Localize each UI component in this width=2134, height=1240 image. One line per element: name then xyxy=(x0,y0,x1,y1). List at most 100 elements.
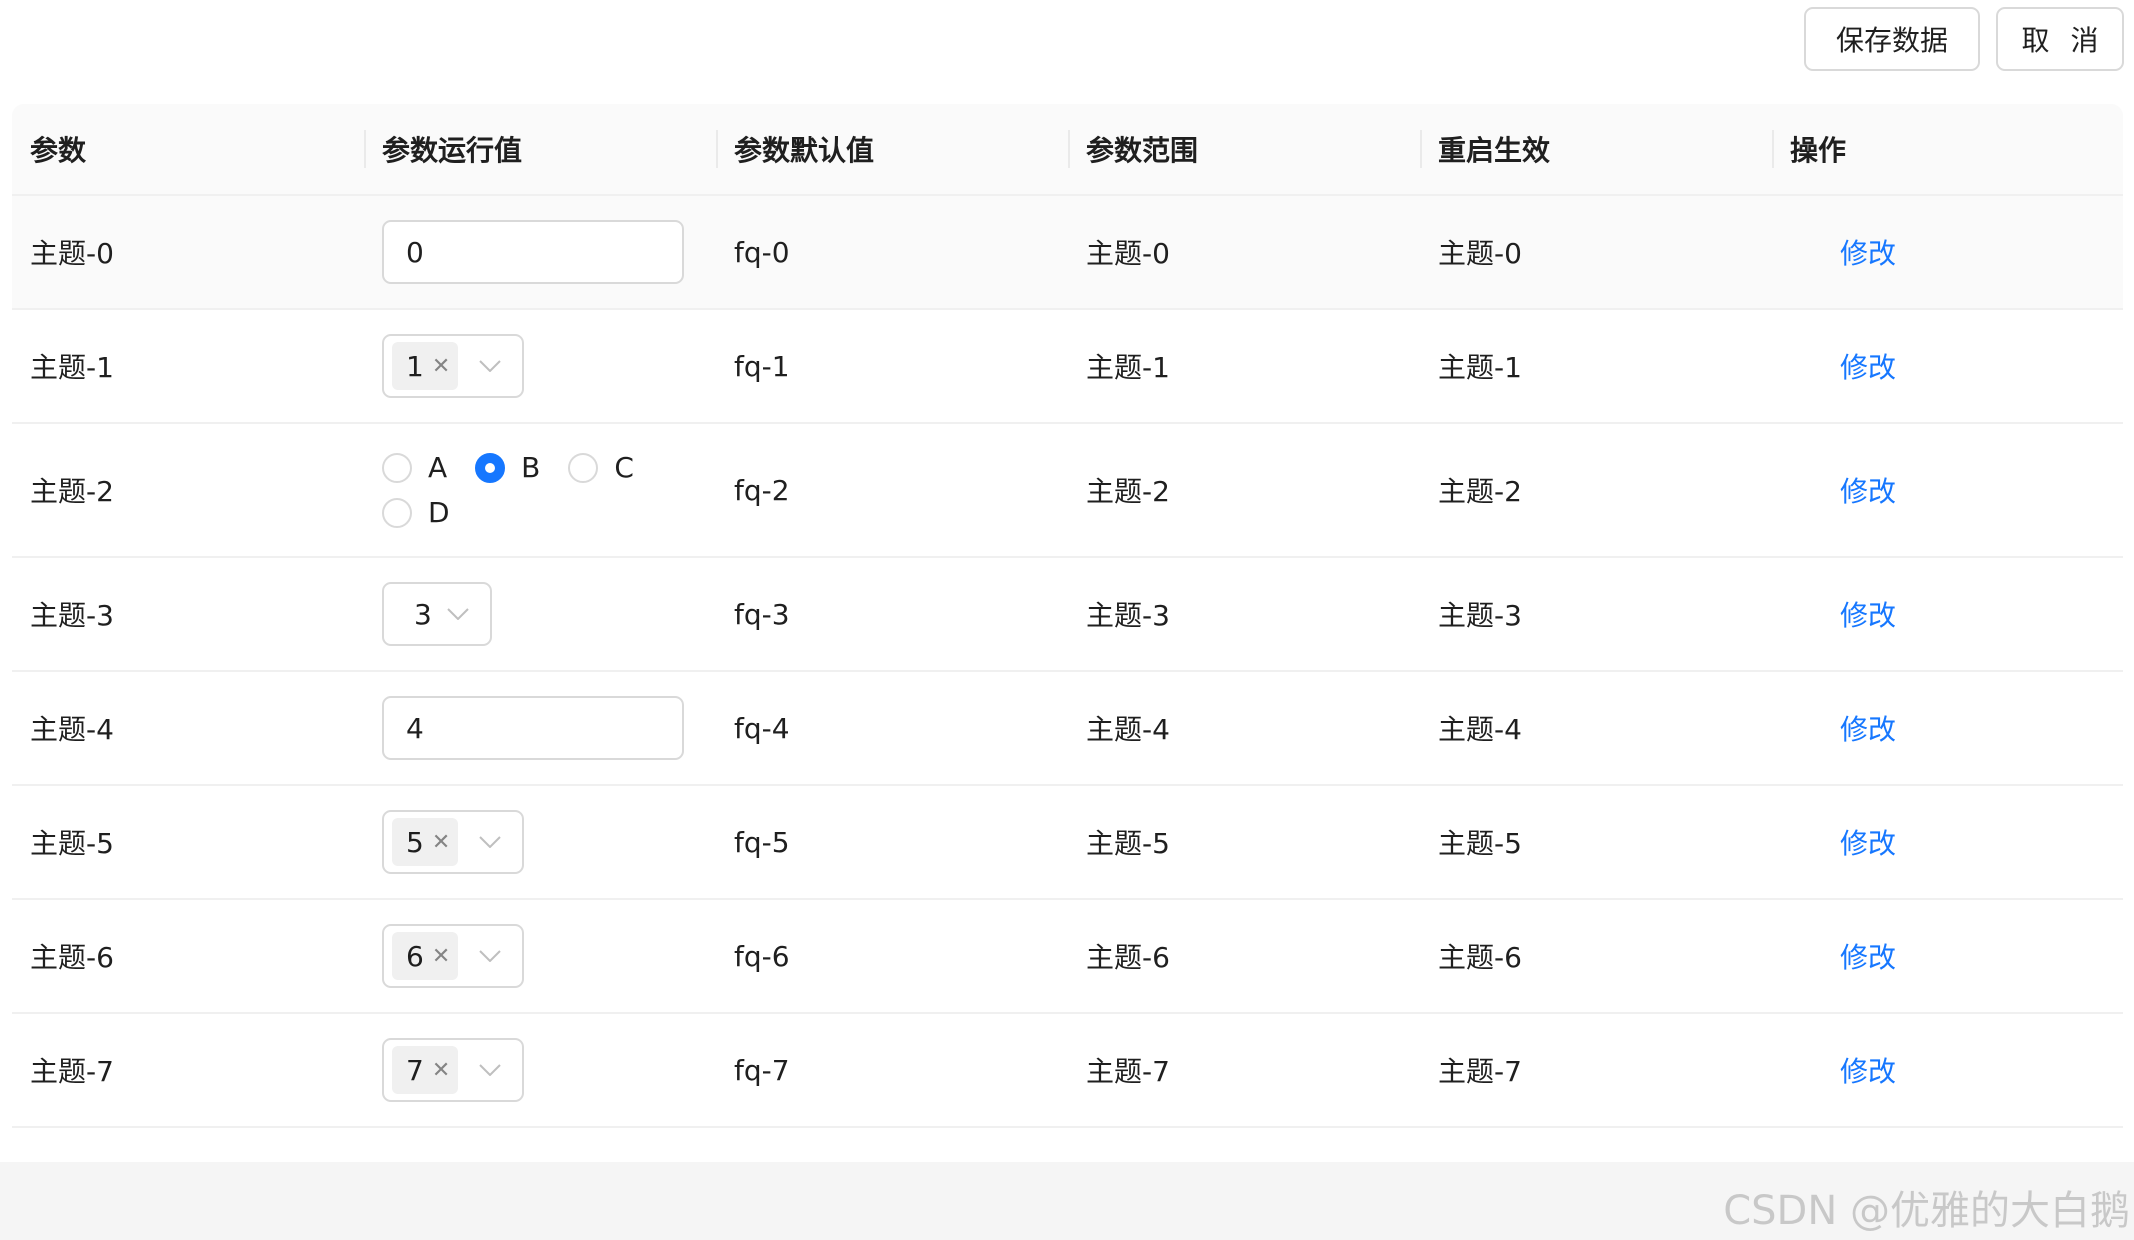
chevron-down-icon xyxy=(470,360,510,372)
edit-link[interactable]: 修改 xyxy=(1790,346,1896,386)
radio-circle[interactable] xyxy=(382,452,412,483)
table-row: 主题-5 5 ✕ fq-5 主题-5 主题-5 修改 xyxy=(12,786,2123,900)
table-row: 主题-6 6 ✕ fq-6 主题-6 主题-6 修改 xyxy=(12,900,2123,1014)
radio-option-c[interactable]: C xyxy=(568,451,634,484)
params-table: 参数 参数运行值 参数默认值 参数范围 重启生效 操作 主题-0 0 fq-0 … xyxy=(12,104,2123,1128)
default-value: fq-7 xyxy=(734,1053,790,1087)
param-name: 主题-6 xyxy=(30,941,114,974)
default-value: fq-6 xyxy=(734,939,790,973)
run-value-cell: 5 ✕ xyxy=(364,810,716,874)
run-value-cell: A B C D xyxy=(364,451,716,529)
run-value-input[interactable]: 4 xyxy=(382,696,684,760)
param-range: 主题-2 xyxy=(1086,475,1170,508)
save-data-button[interactable]: 保存数据 xyxy=(1804,7,1980,71)
param-name: 主题-3 xyxy=(30,599,114,632)
radio-group: A B C D xyxy=(382,451,682,529)
edit-link[interactable]: 修改 xyxy=(1790,822,1896,862)
default-value: fq-0 xyxy=(734,235,790,269)
header-range: 参数范围 xyxy=(1068,104,1420,194)
header-restart: 重启生效 xyxy=(1420,104,1772,194)
table-header: 参数 参数运行值 参数默认值 参数范围 重启生效 操作 xyxy=(12,104,2123,196)
header-run-value: 参数运行值 xyxy=(364,104,716,194)
selected-tag: 1 ✕ xyxy=(392,342,459,390)
restart-effect: 主题-5 xyxy=(1438,827,1522,860)
restart-effect: 主题-7 xyxy=(1438,1055,1522,1088)
run-value-cell: 4 xyxy=(364,696,716,760)
param-range: 主题-3 xyxy=(1086,599,1170,632)
multi-select[interactable]: 7 ✕ xyxy=(382,1038,525,1102)
edit-link[interactable]: 修改 xyxy=(1790,594,1896,634)
param-range: 主题-6 xyxy=(1086,941,1170,974)
radio-circle[interactable] xyxy=(568,452,599,483)
run-value-cell: 0 xyxy=(364,220,716,284)
radio-option-b[interactable]: B xyxy=(475,451,540,484)
selected-tag: 7 ✕ xyxy=(392,1046,459,1094)
radio-label: C xyxy=(614,451,634,484)
restart-effect: 主题-1 xyxy=(1438,351,1522,384)
radio-option-d[interactable]: D xyxy=(382,496,450,529)
default-value: fq-2 xyxy=(734,473,790,507)
header-action: 操作 xyxy=(1772,104,2123,194)
edit-link[interactable]: 修改 xyxy=(1790,470,1896,510)
close-icon[interactable]: ✕ xyxy=(432,830,450,855)
radio-circle[interactable] xyxy=(382,497,412,528)
edit-link[interactable]: 修改 xyxy=(1790,232,1896,272)
chevron-down-icon xyxy=(438,608,478,620)
table-row: 主题-1 1 ✕ fq-1 主题-1 主题-1 修改 xyxy=(12,310,2123,424)
table-row: 主题-4 4 fq-4 主题-4 主题-4 修改 xyxy=(12,672,2123,786)
run-value-cell: 6 ✕ xyxy=(364,924,716,988)
param-name: 主题-2 xyxy=(30,475,114,508)
close-icon[interactable]: ✕ xyxy=(432,1058,450,1083)
edit-link[interactable]: 修改 xyxy=(1790,936,1896,976)
restart-effect: 主题-4 xyxy=(1438,713,1522,746)
default-value: fq-5 xyxy=(734,825,790,859)
param-range: 主题-5 xyxy=(1086,827,1170,860)
multi-select[interactable]: 5 ✕ xyxy=(382,810,525,874)
close-icon[interactable]: ✕ xyxy=(432,354,450,379)
radio-label: D xyxy=(428,496,450,529)
table-row: 主题-0 0 fq-0 主题-0 主题-0 修改 xyxy=(12,196,2123,310)
run-value-cell: 7 ✕ xyxy=(364,1038,716,1102)
radio-option-a[interactable]: A xyxy=(382,451,447,484)
restart-effect: 主题-0 xyxy=(1438,237,1522,270)
select-value: 3 xyxy=(414,597,432,631)
header-param: 参数 xyxy=(30,134,87,167)
table-row: 主题-3 3 fq-3 主题-3 主题-3 修改 xyxy=(12,558,2123,672)
param-range: 主题-4 xyxy=(1086,713,1170,746)
default-value: fq-3 xyxy=(734,597,790,631)
run-value-cell: 1 ✕ xyxy=(364,334,716,398)
table-row: 主题-2 A B C D fq-2 主题-2 主题-2 修改 xyxy=(12,424,2123,558)
edit-link[interactable]: 修改 xyxy=(1790,708,1896,748)
param-name: 主题-1 xyxy=(30,351,114,384)
restart-effect: 主题-2 xyxy=(1438,475,1522,508)
single-select[interactable]: 3 xyxy=(382,582,492,646)
chevron-down-icon xyxy=(470,836,510,848)
radio-label: A xyxy=(428,451,448,484)
multi-select[interactable]: 6 ✕ xyxy=(382,924,525,988)
watermark: CSDN @优雅的大白鹅 xyxy=(1723,1188,2130,1234)
toolbar: 保存数据 取 消 xyxy=(1804,7,2124,71)
multi-select[interactable]: 1 ✕ xyxy=(382,334,525,398)
chevron-down-icon xyxy=(470,950,510,962)
default-value: fq-4 xyxy=(734,711,790,745)
edit-link[interactable]: 修改 xyxy=(1790,1050,1896,1090)
radio-label: B xyxy=(521,451,541,484)
param-name: 主题-7 xyxy=(30,1055,114,1088)
table-row: 主题-7 7 ✕ fq-7 主题-7 主题-7 修改 xyxy=(12,1014,2123,1128)
param-name: 主题-5 xyxy=(30,827,114,860)
cancel-button[interactable]: 取 消 xyxy=(1996,7,2124,71)
chevron-down-icon xyxy=(470,1064,510,1076)
header-default-value: 参数默认值 xyxy=(716,104,1068,194)
param-range: 主题-0 xyxy=(1086,237,1170,270)
param-range: 主题-1 xyxy=(1086,351,1170,384)
param-name: 主题-0 xyxy=(30,237,114,270)
run-value-input[interactable]: 0 xyxy=(382,220,684,284)
selected-tag: 6 ✕ xyxy=(392,932,459,980)
selected-tag: 5 ✕ xyxy=(392,818,459,866)
restart-effect: 主题-6 xyxy=(1438,941,1522,974)
radio-circle-checked[interactable] xyxy=(475,452,506,483)
param-name: 主题-4 xyxy=(30,713,114,746)
default-value: fq-1 xyxy=(734,349,790,383)
close-icon[interactable]: ✕ xyxy=(432,944,450,969)
tag-label: 7 xyxy=(406,1053,424,1087)
